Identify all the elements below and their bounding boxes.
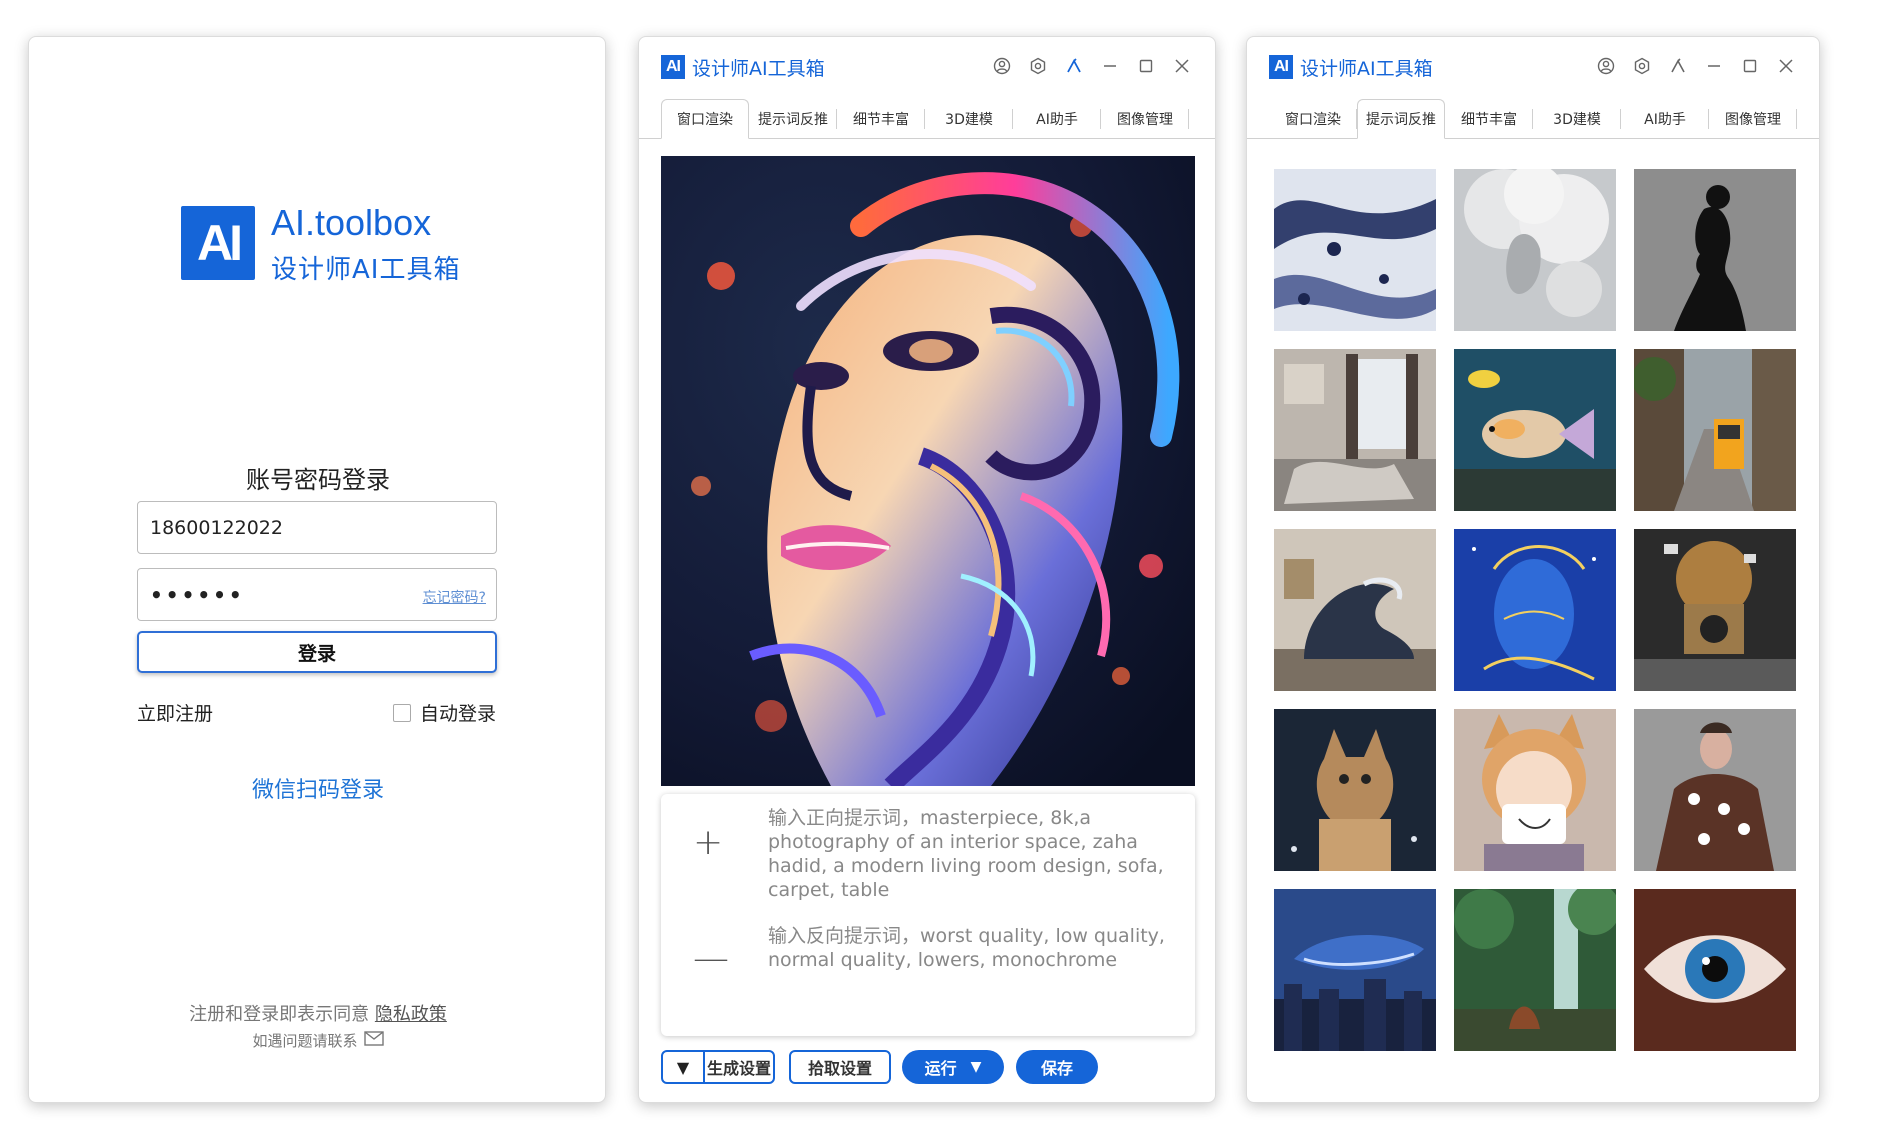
thumbnail-forest-waterfall[interactable] <box>1454 889 1616 1051</box>
tab-detail-enrich[interactable]: 细节丰富 <box>837 99 925 139</box>
minimize-icon[interactable] <box>1703 55 1725 77</box>
window-controls <box>991 55 1193 77</box>
run-dropdown-icon[interactable]: ▼ <box>971 1059 982 1075</box>
thumbnail-gold-line-face[interactable] <box>1454 529 1616 691</box>
login-button[interactable]: 登录 <box>137 631 497 673</box>
wechat-login-link[interactable]: 微信扫码登录 <box>29 772 605 804</box>
negative-prompt-input[interactable]: 输入反向提示词，worst quality, low quality, norm… <box>768 924 1178 972</box>
dropdown-arrow-icon[interactable]: ▼ <box>663 1052 705 1082</box>
maximize-icon[interactable] <box>1135 55 1157 77</box>
run-label: 运行 <box>924 1059 957 1078</box>
render-window: AI 设计师AI工具箱 窗口渲染 提示词反推 细节丰富 3D建模 AI助手 图像… <box>638 36 1216 1103</box>
close-icon[interactable] <box>1775 55 1797 77</box>
tab-3d-modeling[interactable]: 3D建模 <box>925 99 1013 139</box>
auto-login-option[interactable]: 自动登录 <box>393 699 496 726</box>
forgot-password-link[interactable]: 忘记密码? <box>423 587 486 607</box>
contact-note: 如遇问题请联系 <box>29 1030 605 1051</box>
brand-title: AI.toolbox <box>271 202 432 243</box>
tab-bar: 窗口渲染 提示词反推 细节丰富 3D建模 AI助手 图像管理 <box>661 99 1189 139</box>
register-link[interactable]: 立即注册 <box>137 699 213 726</box>
thumbnail-messy-bedroom[interactable] <box>1274 349 1436 511</box>
app-logo: AI <box>661 55 685 79</box>
thumbnail-silhouette-woman[interactable] <box>1634 169 1796 331</box>
password-value: •••••• <box>150 582 245 607</box>
tab-image-management[interactable]: 图像管理 <box>1101 99 1189 139</box>
window-controls <box>1595 55 1797 77</box>
save-button[interactable]: 保存 <box>1016 1050 1098 1084</box>
thumbnail-smoke-woman[interactable] <box>1454 169 1616 331</box>
app-title: 设计师AI工具箱 <box>1300 58 1433 80</box>
render-preview-image <box>661 156 1195 786</box>
account-value: 18600122022 <box>150 516 283 539</box>
thumbnail-wave-sculpture[interactable] <box>1274 529 1436 691</box>
gallery-window: AI 设计师AI工具箱 窗口渲染 提示词反推 细节丰富 3D建模 AI助手 图像… <box>1246 36 1820 1103</box>
ai-logo: AI <box>181 206 255 280</box>
agreement-note: 注册和登录即表示同意 隐私政策 <box>29 1000 605 1026</box>
privacy-policy-link[interactable]: 隐私政策 <box>375 1004 447 1025</box>
thumbnail-lynx[interactable] <box>1274 709 1436 871</box>
app-title: 设计师AI工具箱 <box>692 58 825 80</box>
thumbnail-eye-closeup[interactable] <box>1634 889 1796 1051</box>
tab-prompt-reverse[interactable]: 提示词反推 <box>749 99 837 139</box>
pin-icon[interactable] <box>1667 55 1689 77</box>
agreement-text: 注册和登录即表示同意 <box>189 1004 370 1025</box>
tab-bar: 窗口渲染 提示词反推 细节丰富 3D建模 AI助手 图像管理 <box>1269 99 1797 139</box>
title-bar: AI 设计师AI工具箱 <box>1247 37 1819 97</box>
user-icon[interactable] <box>991 55 1013 77</box>
add-icon[interactable]: + <box>693 822 723 863</box>
prompt-panel: + 输入正向提示词，masterpiece, 8k,a photography … <box>661 794 1195 1036</box>
mail-icon[interactable] <box>363 1031 384 1050</box>
thumbnail-anime-cat-girl[interactable] <box>1454 709 1616 871</box>
generate-settings-label: 生成设置 <box>706 1059 771 1078</box>
action-bar: ▼ 生成设置 拾取设置 运行 ▼ 保存 <box>661 1050 1195 1086</box>
tab-image-management[interactable]: 图像管理 <box>1709 99 1797 139</box>
brand-subtitle: 设计师AI工具箱 <box>271 255 461 285</box>
thumbnail-flower-dress-woman[interactable] <box>1634 709 1796 871</box>
tab-prompt-reverse[interactable]: 提示词反推 <box>1357 99 1445 139</box>
tab-detail-enrich[interactable]: 细节丰富 <box>1445 99 1533 139</box>
password-field[interactable]: •••••• 忘记密码? <box>137 568 497 621</box>
auto-login-checkbox[interactable] <box>393 703 411 722</box>
login-heading: 账号密码登录 <box>246 466 390 494</box>
minus-icon[interactable]: — <box>693 938 729 979</box>
app-logo: AI <box>1269 55 1293 79</box>
user-icon[interactable] <box>1595 55 1617 77</box>
run-button[interactable]: 运行 ▼ <box>902 1050 1004 1084</box>
thumbnail-tropical-fish[interactable] <box>1454 349 1616 511</box>
minimize-icon[interactable] <box>1099 55 1121 77</box>
thumbnail-tram-street[interactable] <box>1634 349 1796 511</box>
account-field[interactable]: 18600122022 <box>137 501 497 554</box>
maximize-icon[interactable] <box>1739 55 1761 77</box>
settings-icon[interactable] <box>1631 55 1653 77</box>
thumbnail-marble-swirl[interactable] <box>1274 169 1436 331</box>
login-window: AI AI.toolbox 设计师AI工具箱 账号密码登录 1860012202… <box>28 36 606 1103</box>
settings-icon[interactable] <box>1027 55 1049 77</box>
tab-ai-assistant[interactable]: AI助手 <box>1013 99 1101 139</box>
title-bar: AI 设计师AI工具箱 <box>639 37 1215 97</box>
tab-window-render[interactable]: 窗口渲染 <box>661 99 749 139</box>
pick-settings-button[interactable]: 拾取设置 <box>789 1050 891 1084</box>
pin-icon[interactable] <box>1063 55 1085 77</box>
auto-login-label: 自动登录 <box>420 703 497 725</box>
tab-3d-modeling[interactable]: 3D建模 <box>1533 99 1621 139</box>
generate-settings-button[interactable]: ▼ 生成设置 <box>661 1050 775 1084</box>
close-icon[interactable] <box>1171 55 1193 77</box>
thumbnail-whale-city[interactable] <box>1274 889 1436 1051</box>
tab-window-render[interactable]: 窗口渲染 <box>1269 99 1357 139</box>
contact-text: 如遇问题请联系 <box>252 1032 358 1050</box>
thumbnail-exploding-camera[interactable] <box>1634 529 1796 691</box>
tab-ai-assistant[interactable]: AI助手 <box>1621 99 1709 139</box>
positive-prompt-input[interactable]: 输入正向提示词，masterpiece, 8k,a photography of… <box>768 806 1178 902</box>
